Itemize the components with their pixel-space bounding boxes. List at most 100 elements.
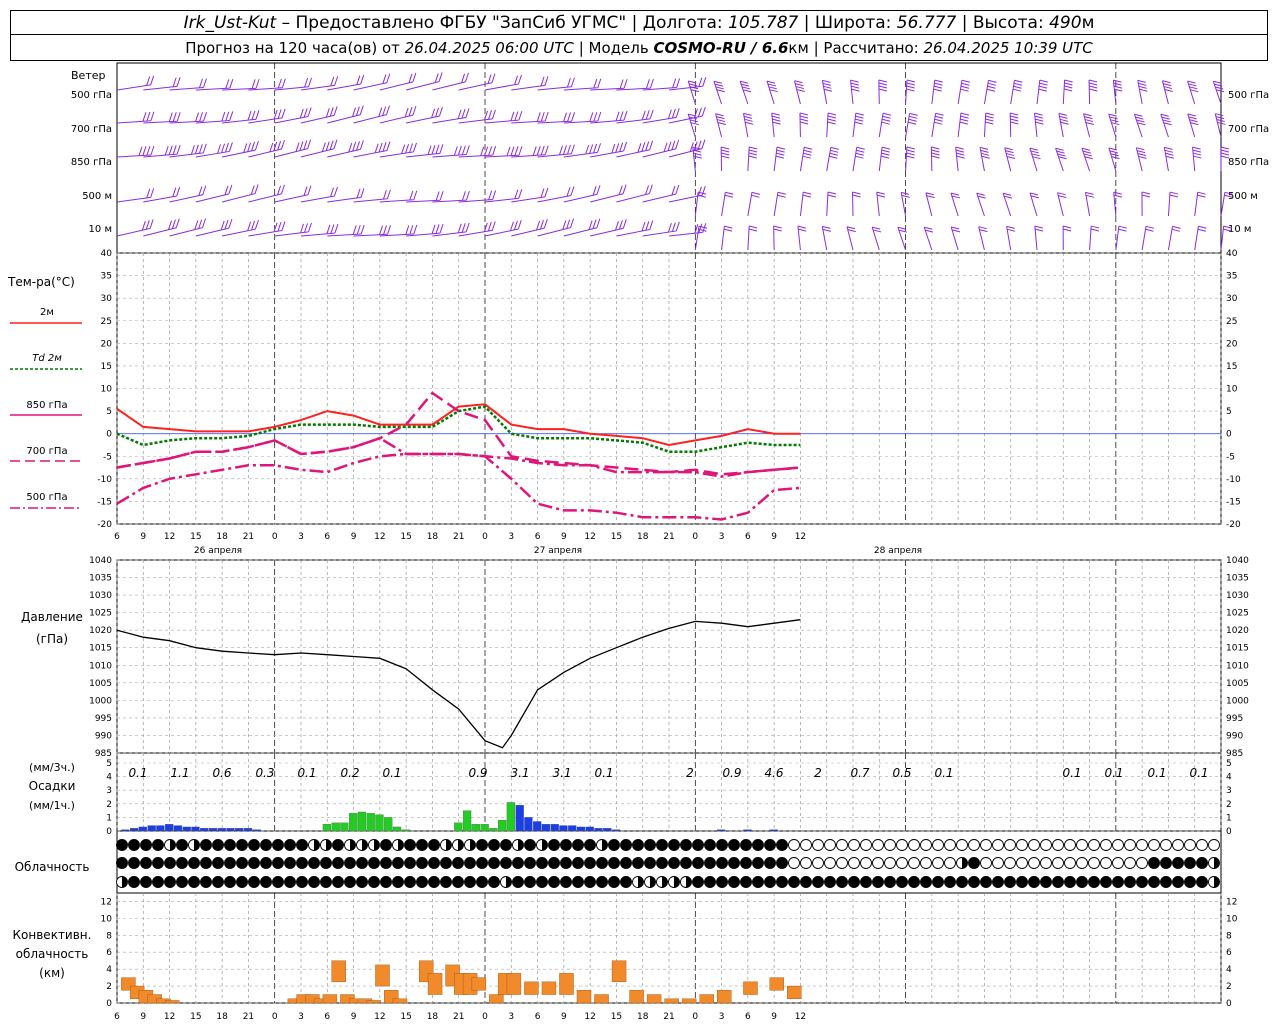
wind-barb-feather xyxy=(615,111,620,121)
wind-barb-feather xyxy=(675,221,680,232)
x-tick-label: 9 xyxy=(561,532,567,542)
precip-bar xyxy=(585,826,594,832)
wind-barb-feather xyxy=(822,79,831,83)
precip-bar xyxy=(208,828,218,832)
conv-cloud-bar xyxy=(471,977,487,991)
wind-barb xyxy=(668,106,706,124)
wind-barb-feather xyxy=(697,107,702,118)
cloud-circle xyxy=(1088,857,1100,869)
cloud-circle xyxy=(788,839,800,851)
wind-barb-feather xyxy=(199,78,203,88)
wind-barb-feather xyxy=(768,86,777,90)
wind-barb-feather xyxy=(1010,112,1019,116)
cloud-cover-symbol xyxy=(476,839,488,851)
cloud-cover-symbol xyxy=(836,857,848,869)
x-tick-label: 18 xyxy=(216,532,228,542)
cloud-cover-symbol xyxy=(1076,857,1088,869)
cloud-circle xyxy=(656,857,668,869)
wind-barb-shaft xyxy=(484,83,519,91)
wind-barb-feather xyxy=(304,223,308,233)
cloud-cover-symbol xyxy=(872,839,884,851)
wind-barb-feather xyxy=(1136,147,1145,151)
cloud-cover-symbol xyxy=(152,839,164,851)
wind-barb-feather xyxy=(333,106,338,116)
cloud-circle xyxy=(212,876,224,888)
cloud-cover-symbol xyxy=(668,839,680,851)
wind-barb-feather xyxy=(803,149,812,153)
wind-barb xyxy=(1167,191,1179,217)
wind-barb-feather xyxy=(1162,119,1171,123)
wind-barb xyxy=(1163,146,1175,172)
cloud-circle xyxy=(584,857,596,869)
wind-barb-feather xyxy=(195,112,200,122)
cloud-circle xyxy=(1064,857,1076,869)
precip-bar xyxy=(611,829,621,832)
wind-barb xyxy=(743,112,754,138)
cloud-circle xyxy=(356,857,368,869)
cloud-cover-symbol xyxy=(236,839,248,851)
x-tick-label: 6 xyxy=(535,532,541,542)
wind-barb-feather xyxy=(597,78,602,88)
cloud-cover-symbol xyxy=(368,857,380,869)
wind-barb-feather xyxy=(649,140,654,150)
wind-barb-feather xyxy=(142,112,147,122)
wind-barb-feather xyxy=(776,149,785,153)
wind-barb-feather xyxy=(693,149,702,153)
wind-barb-feather xyxy=(360,74,365,85)
wind-barb-feather xyxy=(488,146,493,156)
conv-cloud-bar xyxy=(769,977,784,991)
wind-barb-feather xyxy=(1088,79,1098,83)
cloud-circle xyxy=(224,857,236,869)
cloud-cover-symbol xyxy=(500,839,512,851)
wind-barb xyxy=(979,146,990,172)
wind-barb-feather xyxy=(675,139,680,150)
cloud-cover-symbol xyxy=(488,839,500,851)
cloud-cover-symbol xyxy=(1124,839,1136,851)
cloud-circle xyxy=(1112,839,1124,851)
wind-barb-shaft xyxy=(327,148,361,158)
wind-barb-feather xyxy=(1083,113,1092,117)
wind-barb-feather xyxy=(514,111,519,121)
wind-barb-feather xyxy=(1145,225,1155,229)
precip-bar xyxy=(252,829,261,832)
cloud-circle xyxy=(500,857,512,869)
y-tick-label: 1020 xyxy=(89,626,112,636)
wind-barb-feather xyxy=(360,224,365,235)
wind-barb-feather xyxy=(176,186,181,197)
y-tick-label: 6 xyxy=(106,948,112,958)
cloud-circle xyxy=(776,839,788,851)
cloud-cover-symbol xyxy=(428,839,440,851)
wind-barb-shaft xyxy=(169,194,203,203)
wind-barb xyxy=(721,225,733,251)
precip-bar xyxy=(147,825,156,832)
cloud-cover-symbol xyxy=(368,876,380,888)
wind-barb-feather xyxy=(464,72,469,83)
cloud-circle xyxy=(536,857,548,869)
y-tick-label: 20 xyxy=(101,339,113,349)
wind-barb-feather xyxy=(745,121,754,125)
cloud-circle xyxy=(452,876,464,888)
wind-barb-feather xyxy=(172,112,177,122)
wind-barb xyxy=(432,222,470,237)
wind-barb-feather xyxy=(1084,116,1093,120)
wind-barb-feather xyxy=(823,85,832,89)
cloud-circle xyxy=(992,857,1004,869)
cloud-circle xyxy=(1052,876,1064,888)
wind-barb-feather xyxy=(491,221,496,231)
cloud-circle xyxy=(332,857,344,869)
wind-barb-feather xyxy=(767,83,777,87)
y-tick-label: 25 xyxy=(1226,317,1237,327)
cloud-circle xyxy=(1076,857,1088,869)
cloud-circle xyxy=(956,876,968,888)
wind-barb-feather xyxy=(544,145,549,155)
cloud-cover-symbol xyxy=(824,839,836,851)
wind-barb-feather xyxy=(202,185,207,195)
wind-barb-shaft xyxy=(248,193,282,203)
wind-barb-feather xyxy=(1113,85,1123,89)
wind-barb-feather xyxy=(645,141,650,151)
precip-bar xyxy=(524,817,533,832)
cloud-cover-symbol xyxy=(800,876,812,888)
wind-barb xyxy=(248,108,286,124)
y-tick-label: 1030 xyxy=(89,591,112,601)
cloud-cover-symbol xyxy=(380,876,392,888)
